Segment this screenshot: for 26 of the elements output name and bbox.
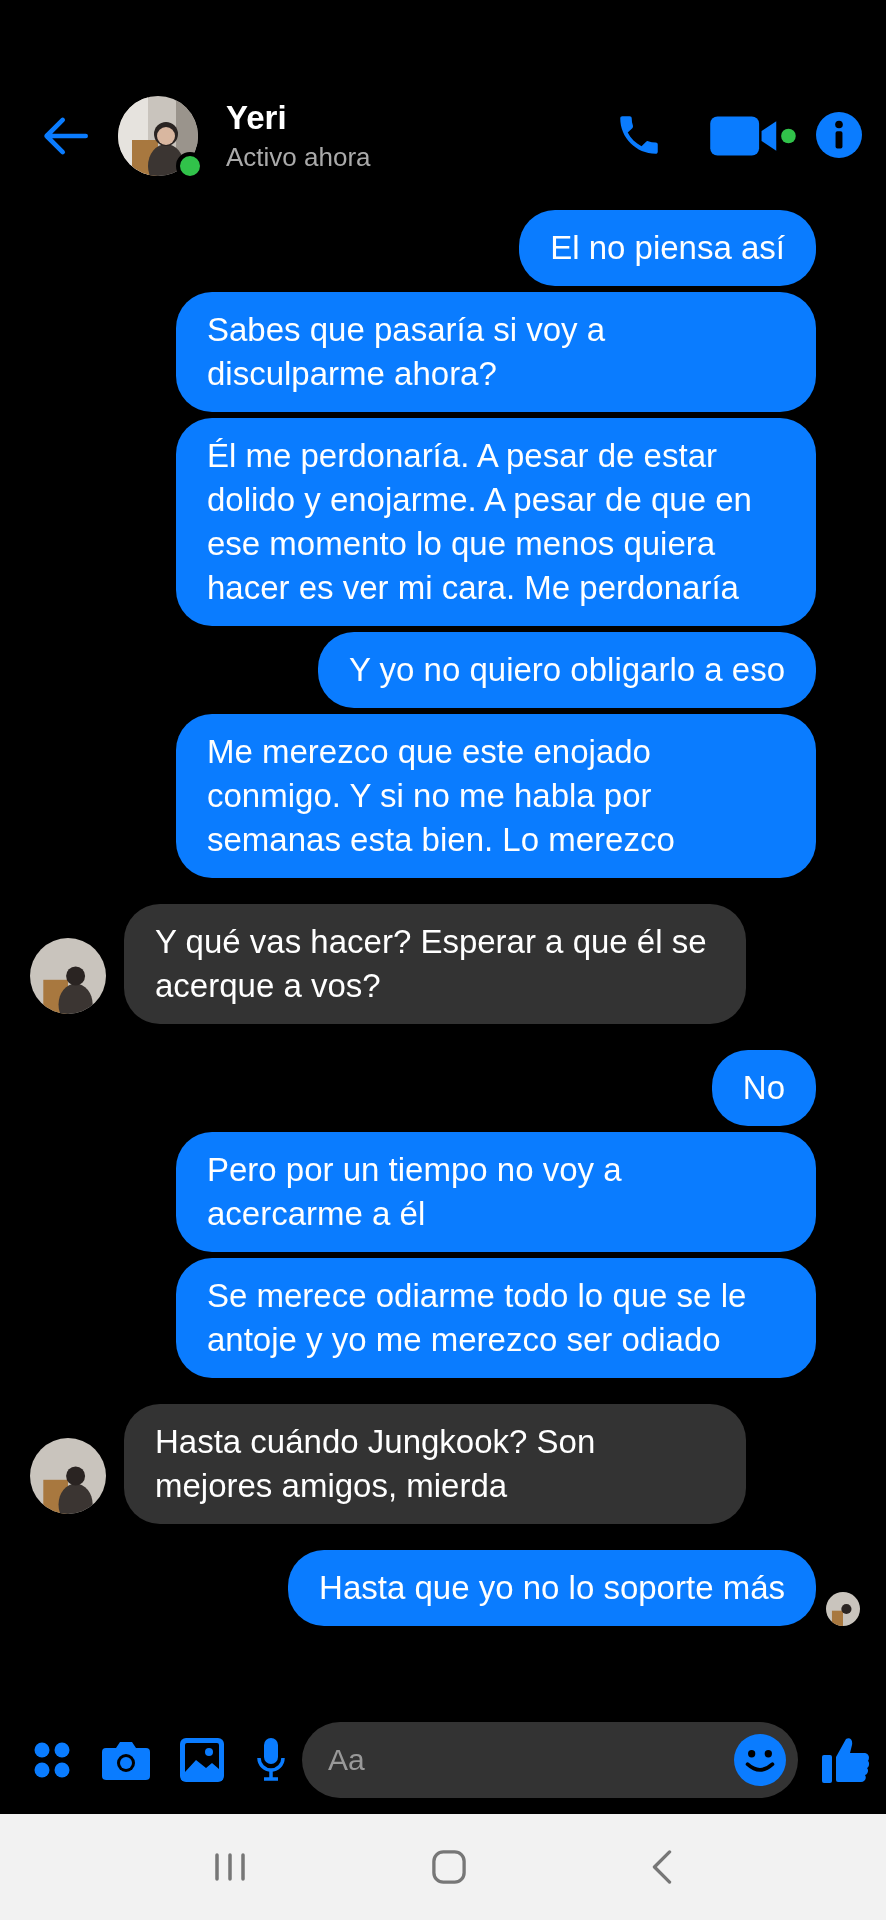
received-message: Y qué vas hacer? Esperar a que él se acerque a vos? (124, 904, 746, 1024)
contact-status: Activo ahora (226, 141, 372, 174)
sent-message: Él me perdonaría. A pesar de estar dolido y enojarme. A pesar de que en ese momento lo que menos quiera hacer es ver mi cara. Me perdonaría (176, 418, 816, 626)
image-icon[interactable] (180, 1738, 224, 1782)
sent-message: Pero por un tiempo no voy a acercarme a él (176, 1132, 816, 1252)
video-call-icon[interactable] (710, 114, 796, 158)
received-message: Hasta cuándo Jungkook? Son mejores amigos, mierda (124, 1404, 746, 1524)
emoji-icon[interactable] (734, 1734, 786, 1786)
microphone-icon[interactable] (256, 1738, 286, 1782)
sent-message: No (711, 1050, 816, 1126)
sent-message: Sabes que pasaría si voy a disculparme ahora? (176, 292, 816, 412)
sent-message: Hasta que yo no lo soporte más (288, 1550, 816, 1626)
apps-icon[interactable] (32, 1740, 72, 1780)
camera-icon[interactable] (102, 1740, 150, 1780)
thumbs-up-icon[interactable] (822, 1735, 870, 1785)
info-icon[interactable] (816, 112, 862, 158)
back-icon[interactable] (651, 1850, 674, 1884)
home-icon[interactable] (432, 1850, 466, 1884)
recent-apps-icon[interactable] (212, 1850, 247, 1884)
sent-message: Y yo no quiero obligarlo a eso (317, 632, 816, 708)
message-field[interactable]: Aa (302, 1722, 798, 1798)
sent-message: Se merece odiarme todo lo que se le antoje y yo me merezco ser odiado (176, 1258, 816, 1378)
back-icon[interactable] (42, 116, 88, 156)
contact-name: Yeri (226, 98, 288, 138)
sent-message: Me merezco que este enojado conmigo. Y si no me habla por semanas esta bien. Lo merezco (176, 714, 816, 878)
sent-message: El no piensa así (519, 210, 816, 286)
